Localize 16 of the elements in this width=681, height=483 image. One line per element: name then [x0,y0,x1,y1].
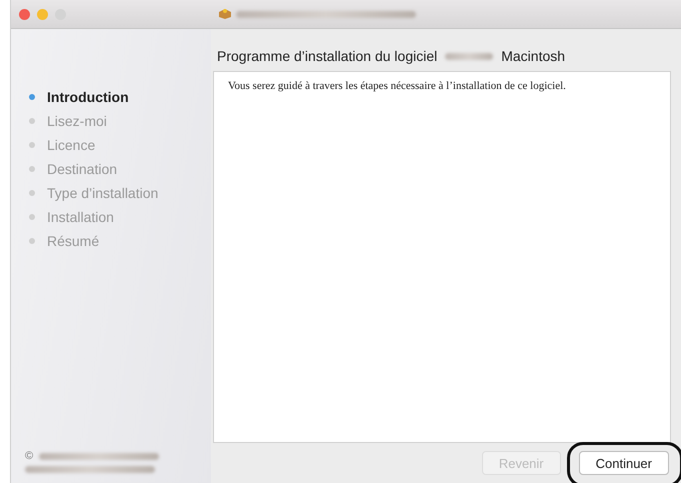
intro-text: Vous serez guidé à travers les étapes nécessaire à l’installation de ce logiciel. [228,80,567,92]
blurred-name [445,52,494,60]
step-item: Type d’installation [29,185,211,201]
step-item: Lisez-moi [29,113,211,129]
close-icon[interactable] [19,8,30,20]
copyright-symbol: © [25,450,34,462]
step-item: Destination [29,161,211,177]
heading-text: Macintosh [501,48,566,64]
step-item: Résumé [29,233,211,249]
step-item: Introduction [29,89,211,105]
heading-text: Programme d’installation du logiciel [217,48,438,64]
minimize-icon[interactable] [37,8,48,20]
step-item: Installation [29,209,211,225]
package-icon [218,8,232,20]
step-item: Licence [29,137,211,153]
nav-button[interactable]: Continuer [578,451,669,475]
